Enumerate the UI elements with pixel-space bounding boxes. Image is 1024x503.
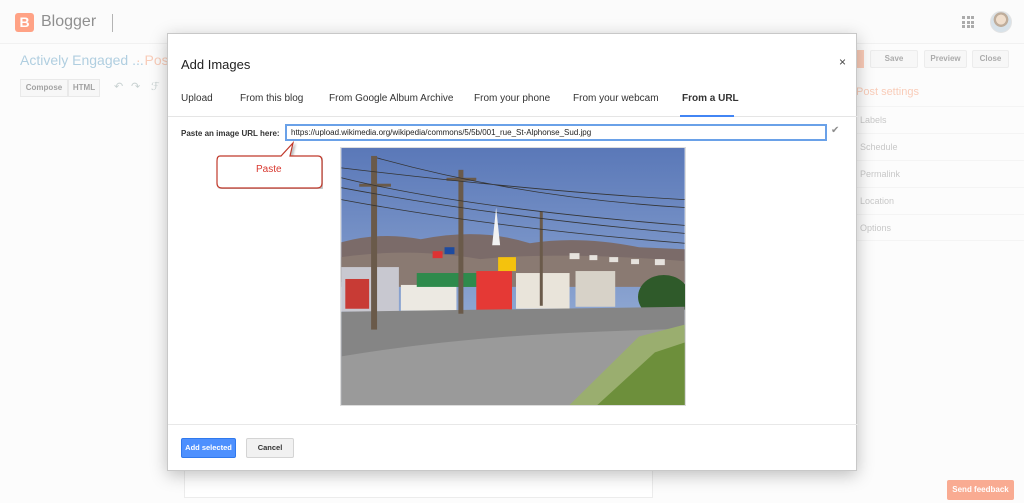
tab-bar: Upload From this blog From Google Album …: [168, 90, 858, 117]
add-selected-button[interactable]: Add selected: [181, 438, 236, 458]
add-images-dialog: Add Images × Upload From this blog From …: [167, 33, 858, 471]
dialog-title: Add Images: [181, 57, 251, 72]
close-icon[interactable]: ×: [839, 55, 846, 69]
tab-upload[interactable]: Upload: [181, 93, 213, 104]
image-url-input[interactable]: [285, 124, 827, 141]
url-field-label: Paste an image URL here:: [181, 129, 280, 138]
footer-divider: [168, 424, 858, 425]
check-icon: ✔: [831, 125, 840, 136]
tab-from-a-url[interactable]: From a URL: [682, 93, 739, 104]
tab-from-this-blog[interactable]: From this blog: [240, 93, 303, 104]
tab-from-your-webcam[interactable]: From your webcam: [573, 93, 659, 104]
cancel-button[interactable]: Cancel: [246, 438, 294, 458]
street-photo[interactable]: [340, 147, 686, 406]
active-tab-indicator: [680, 115, 734, 117]
tab-from-your-phone[interactable]: From your phone: [474, 93, 550, 104]
tab-google-album-archive[interactable]: From Google Album Archive: [329, 93, 454, 104]
paste-callout-label: Paste: [256, 164, 282, 175]
